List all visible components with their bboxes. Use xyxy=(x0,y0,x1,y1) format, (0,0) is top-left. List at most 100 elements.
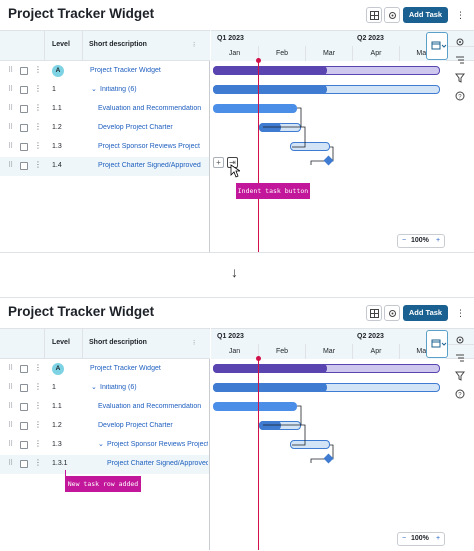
level-value: 1.1 xyxy=(52,403,62,410)
task-description[interactable]: Initiating (6) xyxy=(100,86,208,93)
task-description[interactable]: Project Tracker Widget xyxy=(90,365,208,372)
row-menu-icon[interactable]: ⋮ xyxy=(34,382,42,391)
table-row[interactable]: ⠿ ⋮ 1.1 Evaluation and Recommendation xyxy=(0,100,209,119)
widget-header: Project Tracker Widget Add Task ⋮ xyxy=(0,0,474,30)
chevron-down-icon[interactable]: ⌄ xyxy=(91,85,97,93)
chevron-down-icon[interactable]: ⌄ xyxy=(91,383,97,391)
grid-view-button[interactable] xyxy=(366,305,382,321)
row-checkbox[interactable] xyxy=(20,86,28,94)
column-resize-handle[interactable]: ⁝ xyxy=(193,339,195,347)
add-row-button[interactable]: + xyxy=(213,157,224,168)
task-description[interactable]: Develop Project Charter xyxy=(98,124,208,131)
table-row[interactable]: ⠿ ⋮ A Project Tracker Widget xyxy=(0,62,209,81)
zoom-in-button[interactable]: + xyxy=(436,235,440,247)
widget-title: Project Tracker Widget xyxy=(8,304,155,319)
row-menu-icon[interactable]: ⋮ xyxy=(34,122,42,131)
table-row[interactable]: ⠿ ⋮ 1 ⌄ Initiating (6) xyxy=(0,81,209,100)
level-value: 1.4 xyxy=(52,162,62,169)
chevron-down-icon[interactable]: ⌄ xyxy=(98,440,104,448)
row-menu-icon[interactable]: ⋮ xyxy=(34,160,42,169)
row-checkbox[interactable] xyxy=(20,384,28,392)
drag-handle-icon[interactable]: ⠿ xyxy=(8,459,13,467)
level-value: 1.3.1 xyxy=(52,460,68,467)
task-grid: Level Short description ⁝ ⠿ ⋮ A Project … xyxy=(0,328,210,550)
row-checkbox[interactable] xyxy=(20,162,28,170)
table-row[interactable]: ⠿ ⋮ 1.3 Project Sponsor Reviews Project xyxy=(0,138,209,157)
drag-handle-icon[interactable]: ⠿ xyxy=(8,161,13,169)
zoom-in-button[interactable]: + xyxy=(436,533,440,545)
table-row[interactable]: ⠿ ⋮ A Project Tracker Widget xyxy=(0,360,209,379)
add-task-button[interactable]: Add Task xyxy=(403,305,448,321)
column-resize-handle[interactable]: ⁝ xyxy=(193,41,195,49)
more-menu-button[interactable]: ⋮ xyxy=(456,305,465,321)
table-row[interactable]: ⠿ ⋮ 1 ⌄ Initiating (6) xyxy=(0,379,209,398)
row-checkbox[interactable] xyxy=(20,105,28,113)
task-description[interactable]: Project Charter Signed/Approved xyxy=(107,460,208,467)
row-menu-icon[interactable]: ⋮ xyxy=(34,84,42,93)
table-row[interactable]: ⠿ ⋮ 1.1 Evaluation and Recommendation xyxy=(0,398,209,417)
drag-handle-icon[interactable]: ⠿ xyxy=(8,421,13,429)
row-checkbox[interactable] xyxy=(20,124,28,132)
gantt-panel-after: Project Tracker Widget Add Task ⋮ Level … xyxy=(0,298,474,550)
row-menu-icon[interactable]: ⋮ xyxy=(34,103,42,112)
task-description[interactable]: Project Sponsor Reviews Project xyxy=(107,441,208,448)
task-description[interactable]: Initiating (6) xyxy=(100,384,208,391)
row-checkbox[interactable] xyxy=(20,67,28,75)
zoom-out-button[interactable]: − xyxy=(402,533,406,545)
row-checkbox[interactable] xyxy=(20,460,28,468)
task-description[interactable]: Develop Project Charter xyxy=(98,422,208,429)
more-menu-button[interactable]: ⋮ xyxy=(456,7,465,23)
gear-icon xyxy=(389,12,396,19)
gantt-timeline: Q1 2023 Q2 2023 Jan Feb Mar Apr May ? − xyxy=(211,328,474,550)
zoom-control: − 100% + xyxy=(397,532,445,546)
level-value: 1.1 xyxy=(52,105,62,112)
task-description[interactable]: Evaluation and Recommendation xyxy=(98,105,208,112)
task-description[interactable]: Project Sponsor Reviews Project xyxy=(98,143,208,150)
table-row[interactable]: ⠿ ⋮ 1.2 Develop Project Charter xyxy=(0,417,209,436)
table-row[interactable]: ⠿ ⋮ 1.3 ⌄ Project Sponsor Reviews Projec… xyxy=(0,436,209,455)
drag-handle-icon[interactable]: ⠿ xyxy=(8,66,13,74)
settings-view-button[interactable] xyxy=(384,7,400,23)
drag-handle-icon[interactable]: ⠿ xyxy=(8,402,13,410)
table-row-selected[interactable]: ⠿ ⋮ 1.4 Project Charter Signed/Approved xyxy=(0,157,209,176)
row-checkbox[interactable] xyxy=(20,403,28,411)
row-menu-icon[interactable]: ⋮ xyxy=(34,141,42,150)
drag-handle-icon[interactable]: ⠿ xyxy=(8,85,13,93)
annotation-callout: Indent task button xyxy=(236,183,310,199)
row-menu-icon[interactable]: ⋮ xyxy=(34,458,42,467)
table-row[interactable]: ⠿ ⋮ 1.2 Develop Project Charter xyxy=(0,119,209,138)
drag-handle-icon[interactable]: ⠿ xyxy=(8,440,13,448)
drag-handle-icon[interactable]: ⠿ xyxy=(8,123,13,131)
row-checkbox[interactable] xyxy=(20,143,28,151)
widget-title: Project Tracker Widget xyxy=(8,6,155,21)
task-description[interactable]: Project Charter Signed/Approved xyxy=(98,162,208,169)
drag-handle-icon[interactable]: ⠿ xyxy=(8,383,13,391)
column-header-short-description[interactable]: Short description xyxy=(89,41,147,48)
task-description[interactable]: Evaluation and Recommendation xyxy=(98,403,208,410)
callout-pointer xyxy=(65,470,66,477)
row-checkbox[interactable] xyxy=(20,365,28,373)
row-menu-icon[interactable]: ⋮ xyxy=(34,65,42,74)
drag-handle-icon[interactable]: ⠿ xyxy=(8,104,13,112)
task-description[interactable]: Project Tracker Widget xyxy=(90,67,208,74)
row-menu-icon[interactable]: ⋮ xyxy=(34,439,42,448)
column-header-level[interactable]: Level xyxy=(52,41,70,48)
row-checkbox[interactable] xyxy=(20,422,28,430)
table-row-selected[interactable]: ⠿ ⋮ 1.3.1 Project Charter Signed/Approve… xyxy=(0,455,209,474)
row-menu-icon[interactable]: ⋮ xyxy=(34,363,42,372)
column-header-level[interactable]: Level xyxy=(52,339,70,346)
drag-handle-icon[interactable]: ⠿ xyxy=(8,364,13,372)
row-checkbox[interactable] xyxy=(20,441,28,449)
drag-handle-icon[interactable]: ⠿ xyxy=(8,142,13,150)
grid-icon xyxy=(370,11,379,20)
transition-arrow: ↓ xyxy=(231,264,238,280)
settings-view-button[interactable] xyxy=(384,305,400,321)
divider xyxy=(0,252,474,253)
row-menu-icon[interactable]: ⋮ xyxy=(34,420,42,429)
level-value: 1.2 xyxy=(52,422,62,429)
grid-view-button[interactable] xyxy=(366,7,382,23)
column-header-short-description[interactable]: Short description xyxy=(89,339,147,346)
zoom-out-button[interactable]: − xyxy=(402,235,406,247)
add-task-button[interactable]: Add Task xyxy=(403,7,448,23)
row-menu-icon[interactable]: ⋮ xyxy=(34,401,42,410)
